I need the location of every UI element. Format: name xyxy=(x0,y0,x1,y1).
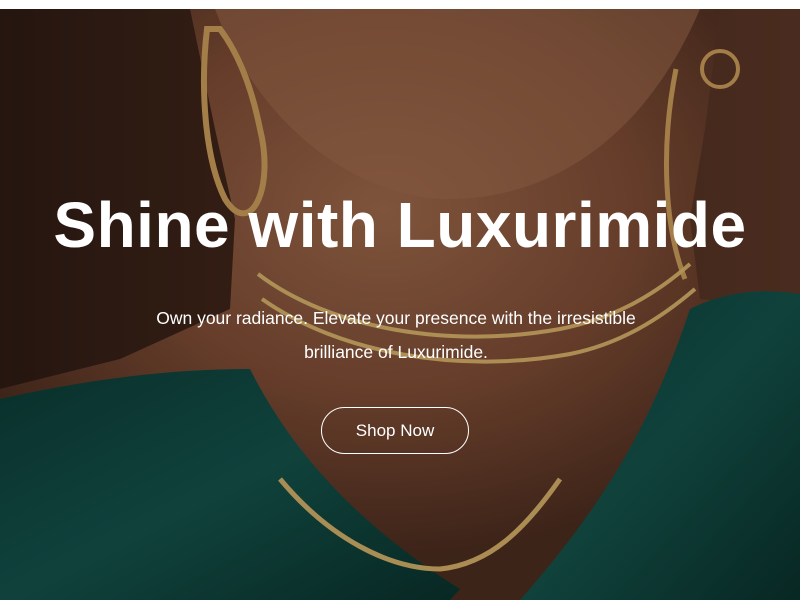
top-strip xyxy=(0,0,800,9)
hero-title: Shine with Luxurimide xyxy=(53,189,747,261)
hero-section: Shine with Luxurimide Own your radiance.… xyxy=(0,9,800,600)
shop-now-button[interactable]: Shop Now xyxy=(321,407,469,454)
hero-subtitle: Own your radiance. Elevate your presence… xyxy=(156,308,636,362)
